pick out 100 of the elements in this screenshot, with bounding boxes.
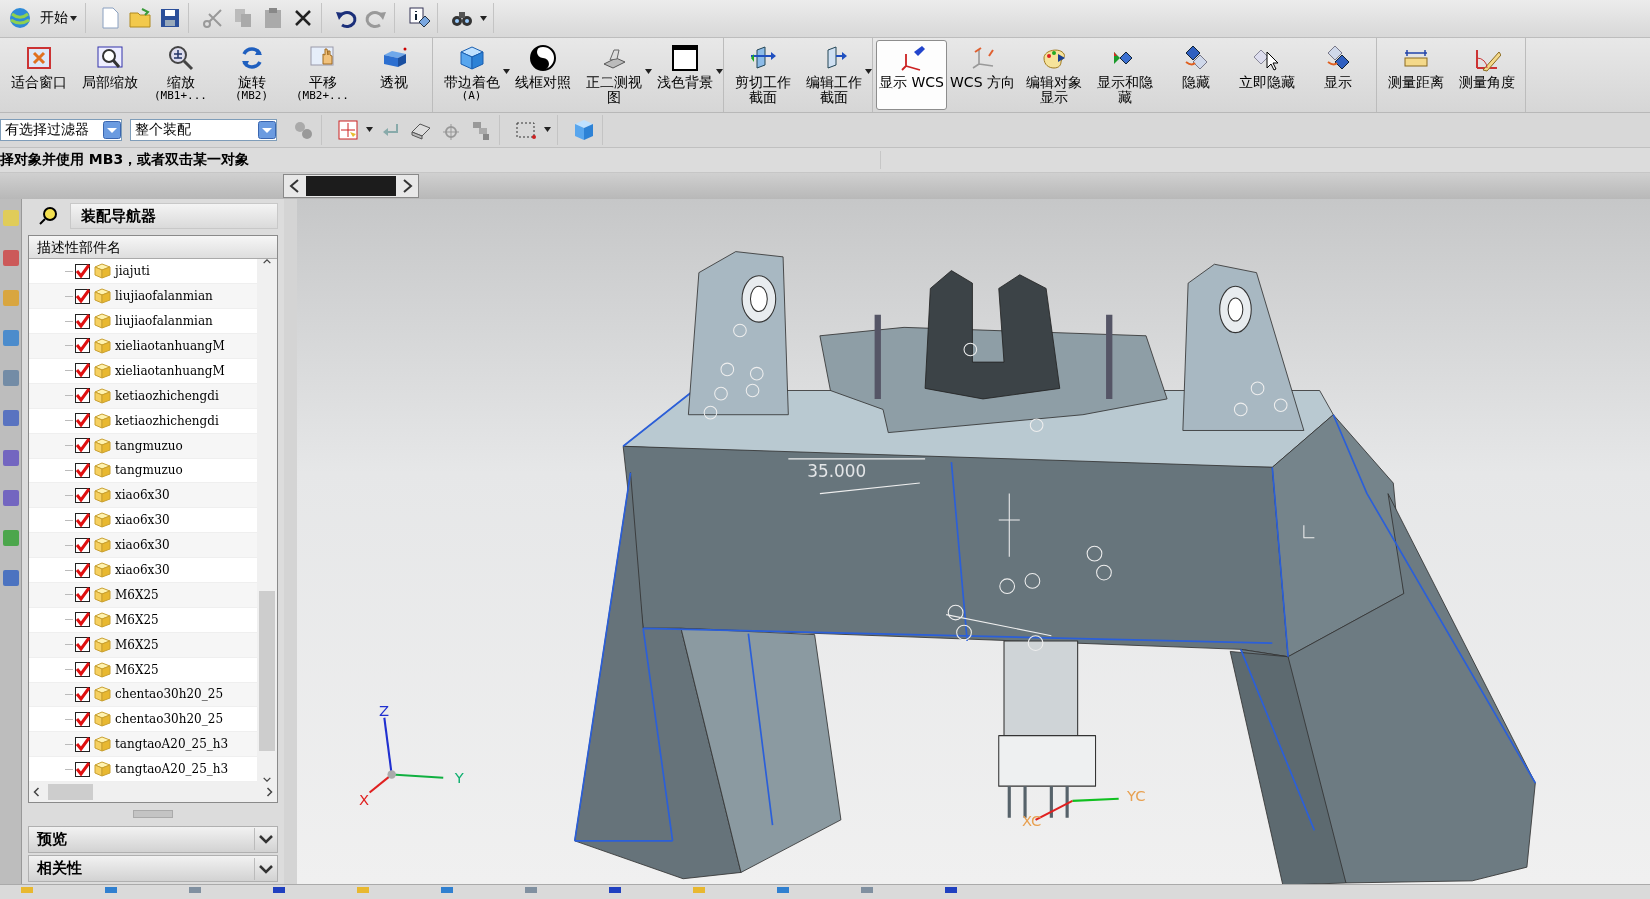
- toolbar-button[interactable]: 线框对照: [507, 39, 578, 110]
- checkbox[interactable]: [75, 263, 90, 279]
- checkbox[interactable]: [75, 363, 90, 379]
- toolbar-button[interactable]: 正二测视图: [578, 39, 649, 110]
- toolbar-button[interactable]: 缩放 (MB1+...: [145, 39, 216, 110]
- checkbox[interactable]: [75, 288, 90, 304]
- checkbox[interactable]: [75, 686, 90, 702]
- scrollbar-thumb[interactable]: [259, 590, 275, 751]
- toolbar-button[interactable]: 适合窗口: [3, 39, 74, 110]
- toolbar-button[interactable]: 测量距离: [1380, 39, 1451, 110]
- status-prompt: 择对象并使用 MB3，或者双击某一对象: [0, 151, 881, 169]
- caret-icon[interactable]: [716, 68, 723, 74]
- tree-item[interactable]: M6X25: [115, 612, 159, 627]
- part-icon: [94, 562, 111, 578]
- tree-item[interactable]: xiao6x30: [115, 538, 170, 553]
- checkbox[interactable]: [75, 438, 90, 454]
- toolbar-button[interactable]: 平移 (MB2+...: [287, 39, 358, 110]
- toolbar-button[interactable]: 隐藏: [1160, 39, 1231, 110]
- toolbar-button[interactable]: 显示和隐藏: [1089, 39, 1160, 110]
- toolbar-button[interactable]: 测量角度: [1451, 39, 1522, 110]
- part-icon: [94, 512, 111, 529]
- checkbox[interactable]: [75, 662, 90, 678]
- checkbox[interactable]: [75, 338, 90, 354]
- tree-item[interactable]: tangtaoA20_25_h3: [115, 762, 229, 777]
- tree-item[interactable]: tangmuzuo: [115, 463, 183, 478]
- tree-item[interactable]: tangmuzuo: [115, 438, 183, 453]
- axis-label: Y: [454, 769, 464, 787]
- toolbar-button[interactable]: WCS 方向: [947, 39, 1018, 110]
- tree-item[interactable]: ketiaozhichengdi: [115, 413, 219, 428]
- part-icon: [94, 761, 111, 778]
- caret-icon[interactable]: [503, 68, 510, 74]
- checkbox[interactable]: [75, 736, 90, 752]
- window-icon: [670, 43, 699, 72]
- toolbar-button[interactable]: 带边着色 (A): [436, 39, 507, 110]
- half-circle-icon: [528, 43, 557, 72]
- scrollbar-thumb[interactable]: [48, 784, 93, 801]
- checkbox[interactable]: [75, 562, 90, 578]
- toolbar-button[interactable]: 局部缩放: [74, 39, 145, 110]
- tree-item[interactable]: liujiaofalanmian: [115, 314, 213, 329]
- checkbox[interactable]: [75, 413, 90, 429]
- scrollbar-thumb[interactable]: [306, 176, 396, 197]
- snap-point-icon[interactable]: [336, 117, 360, 142]
- toolbar-button[interactable]: 浅色背景: [649, 39, 720, 110]
- tree-item[interactable]: xieliaotanhuangM: [115, 363, 225, 378]
- tree-item[interactable]: M6X25: [115, 662, 159, 677]
- checkbox[interactable]: [75, 761, 90, 777]
- part-icon: [94, 711, 111, 728]
- vertical-scrollbar[interactable]: [257, 259, 277, 783]
- caret-icon[interactable]: [865, 68, 872, 74]
- start-menu-button[interactable]: 开始: [38, 7, 79, 30]
- checkbox[interactable]: [75, 388, 90, 404]
- caret-icon[interactable]: [366, 127, 373, 133]
- caret-icon[interactable]: [544, 127, 551, 133]
- caret-icon[interactable]: [480, 15, 487, 21]
- tree-item[interactable]: chentao30h20_25: [115, 712, 224, 727]
- checkbox[interactable]: [75, 537, 90, 553]
- checkbox[interactable]: [75, 612, 90, 628]
- axis-label: XC: [1021, 812, 1042, 830]
- horizontal-scrollbar[interactable]: [283, 174, 419, 199]
- toolbar-button[interactable]: 显示: [1302, 39, 1373, 110]
- tree-item[interactable]: jiajuti: [115, 264, 150, 279]
- checkbox[interactable]: [75, 487, 90, 503]
- toolbar-button[interactable]: 剪切工作截面: [727, 39, 798, 110]
- tree-item[interactable]: M6X25: [115, 637, 159, 652]
- checkbox[interactable]: [75, 313, 90, 329]
- toolbar-button[interactable]: 旋转 (MB2): [216, 39, 287, 110]
- part-icon: [94, 586, 111, 603]
- axis-label: Z: [379, 701, 390, 719]
- collapsible-panel[interactable]: 预览: [28, 825, 278, 853]
- part-icon: [94, 313, 111, 330]
- dropdown-field[interactable]: 有选择过滤器: [0, 118, 122, 141]
- toolbar-button[interactable]: 显示 WCS: [876, 39, 947, 110]
- checkbox[interactable]: [75, 462, 90, 478]
- collapsible-panel[interactable]: 相关性: [28, 854, 278, 883]
- column-header[interactable]: 描述性部件名: [29, 236, 277, 260]
- tree-item[interactable]: xiao6x30: [115, 563, 170, 577]
- checkbox[interactable]: [75, 711, 90, 727]
- splitter-handle[interactable]: [133, 810, 173, 819]
- tree-item[interactable]: M6X25: [115, 587, 159, 602]
- checkbox[interactable]: [75, 637, 90, 653]
- part-icon: [94, 362, 111, 379]
- tree-item[interactable]: xiao6x30: [115, 488, 170, 503]
- caret-icon: [70, 15, 77, 21]
- horizontal-scrollbar[interactable]: [29, 782, 277, 803]
- part-icon: [94, 387, 111, 404]
- toolbar-button[interactable]: 透视: [358, 39, 429, 110]
- part-icon: [94, 537, 111, 554]
- tree-item[interactable]: xiao6x30: [115, 513, 170, 528]
- part-icon: [94, 288, 111, 305]
- caret-icon[interactable]: [645, 68, 652, 74]
- part-icon: [94, 412, 111, 429]
- part-icon: [94, 636, 111, 653]
- toolbar-button[interactable]: 立即隐藏: [1231, 39, 1302, 110]
- checkbox[interactable]: [75, 587, 90, 603]
- dropdown-field[interactable]: 整个装配: [130, 118, 277, 141]
- cube-icon[interactable]: [572, 117, 596, 142]
- checkbox[interactable]: [75, 512, 90, 528]
- toolbar-button[interactable]: 编辑工作截面: [798, 39, 869, 110]
- part-icon: [94, 611, 111, 628]
- toolbar-button[interactable]: 编辑对象显示: [1018, 39, 1089, 110]
